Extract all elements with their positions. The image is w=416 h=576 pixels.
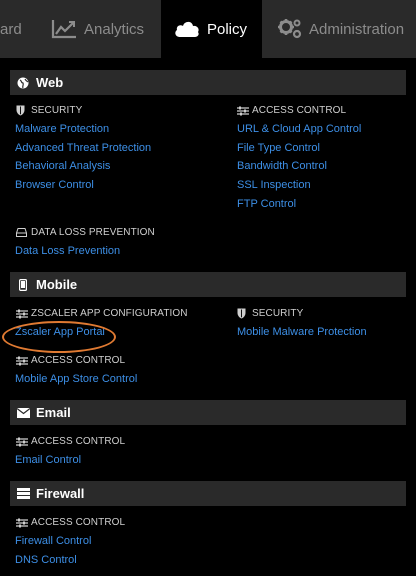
link-browser-control[interactable]: Browser Control	[15, 179, 94, 191]
top-navigation: ard Analytics Policy Administration	[0, 0, 416, 58]
section-web: Web	[10, 70, 406, 95]
tab-administration-label: Administration	[309, 20, 405, 38]
globe-icon	[10, 77, 36, 89]
mobile-app-config-header-label: ZSCALER APP CONFIGURATION	[31, 308, 188, 319]
phone-icon	[10, 278, 36, 291]
mobile-security-header-label: SECURITY	[252, 308, 304, 319]
tab-dashboard[interactable]: ard	[0, 0, 36, 58]
web-security-header: SECURITY	[16, 105, 82, 116]
section-mobile: Mobile	[10, 272, 406, 297]
tab-dashboard-label: ard	[0, 20, 22, 38]
link-advanced-threat-protection[interactable]: Advanced Threat Protection	[15, 142, 151, 154]
firewall-access-control-header: ACCESS CONTROL	[16, 517, 125, 528]
section-web-title: Web	[36, 75, 64, 90]
envelope-icon	[10, 407, 36, 418]
email-access-control-header-label: ACCESS CONTROL	[31, 436, 126, 447]
web-dlp-header-label: DATA LOSS PREVENTION	[31, 227, 155, 238]
link-bandwidth-control[interactable]: Bandwidth Control	[237, 160, 327, 172]
link-ftp-control[interactable]: FTP Control	[237, 198, 296, 210]
shield-icon	[16, 105, 31, 116]
mobile-access-control-header: ACCESS CONTROL	[16, 355, 125, 366]
link-mobile-malware-protection[interactable]: Mobile Malware Protection	[237, 326, 367, 338]
firewall-access-control-header-label: ACCESS CONTROL	[31, 517, 126, 528]
section-email: Email	[10, 400, 406, 425]
section-firewall-title: Firewall	[36, 486, 85, 501]
link-firewall-control[interactable]: Firewall Control	[15, 535, 91, 547]
firewall-icon	[10, 488, 36, 499]
link-malware-protection[interactable]: Malware Protection	[15, 123, 109, 135]
section-email-title: Email	[36, 405, 71, 420]
section-firewall: Firewall	[10, 481, 406, 506]
email-access-control-header: ACCESS CONTROL	[16, 436, 125, 447]
web-security-header-label: SECURITY	[31, 105, 83, 116]
link-file-type-control[interactable]: File Type Control	[237, 142, 320, 154]
shield-icon	[237, 308, 252, 319]
link-email-control[interactable]: Email Control	[15, 454, 81, 466]
tab-analytics-label: Analytics	[84, 20, 145, 38]
tab-policy-label: Policy	[207, 20, 248, 38]
link-data-loss-prevention[interactable]: Data Loss Prevention	[15, 245, 120, 257]
web-dlp-header: DATA LOSS PREVENTION	[16, 227, 155, 238]
sliders-icon	[16, 309, 31, 319]
tab-administration[interactable]: Administration	[278, 0, 416, 58]
chart-icon	[51, 19, 77, 39]
link-ssl-inspection[interactable]: SSL Inspection	[237, 179, 311, 191]
highlight-circle	[2, 321, 116, 353]
mobile-security-header: SECURITY	[237, 308, 303, 319]
sliders-icon	[16, 356, 31, 366]
gears-icon	[278, 18, 302, 40]
sliders-icon	[16, 518, 31, 528]
link-behavioral-analysis[interactable]: Behavioral Analysis	[15, 160, 110, 172]
tab-policy[interactable]: Policy	[161, 0, 262, 58]
mobile-access-control-header-label: ACCESS CONTROL	[31, 355, 126, 366]
policy-menu: Web SECURITY Malware Protection Advanced…	[0, 58, 416, 576]
web-access-control-header: ACCESS CONTROL	[237, 105, 346, 116]
mobile-app-config-header: ZSCALER APP CONFIGURATION	[16, 308, 188, 319]
section-mobile-title: Mobile	[36, 277, 78, 292]
web-access-control-header-label: ACCESS CONTROL	[252, 105, 347, 116]
sliders-icon	[16, 437, 31, 447]
link-mobile-app-store-control[interactable]: Mobile App Store Control	[15, 373, 137, 385]
tab-analytics[interactable]: Analytics	[51, 0, 161, 58]
link-dns-control[interactable]: DNS Control	[15, 554, 77, 566]
cloud-icon	[174, 20, 200, 38]
drive-icon	[16, 228, 31, 237]
sliders-icon	[237, 106, 252, 116]
link-url-cloud-app-control[interactable]: URL & Cloud App Control	[237, 123, 361, 135]
